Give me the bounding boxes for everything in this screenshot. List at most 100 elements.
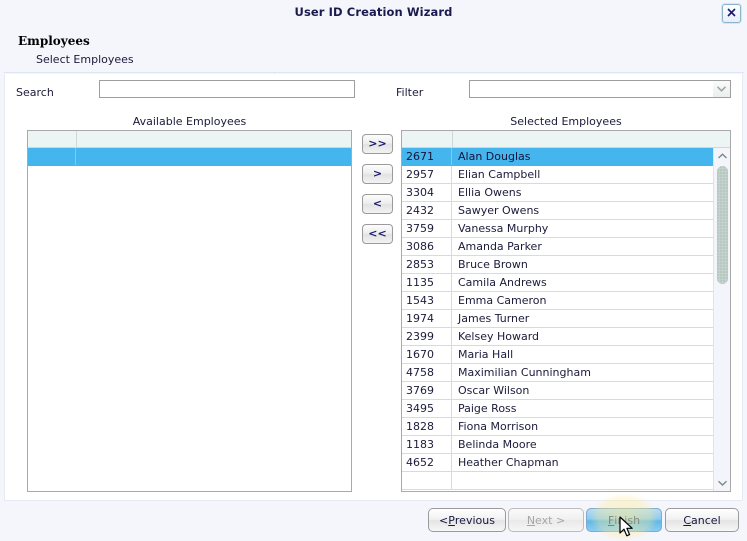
window-title: User ID Creation Wizard: [294, 5, 453, 19]
employee-name-cell: [452, 472, 730, 489]
available-employees-list[interactable]: [27, 130, 352, 492]
employee-id-cell: 2853: [402, 256, 452, 273]
available-list-caption: Available Employees: [132, 115, 247, 128]
scroll-down-button[interactable]: [714, 475, 730, 491]
chevron-up-icon: [717, 153, 727, 159]
move-right-button[interactable]: >: [362, 164, 393, 184]
wizard-footer: < Previous Next > Finish Cancel: [0, 501, 747, 540]
table-row[interactable]: 3304 Ellia Owens: [402, 184, 730, 202]
employee-id-cell: [28, 148, 76, 165]
selected-list-header: [402, 131, 730, 148]
employee-name-cell: Maria Hall: [458, 348, 514, 361]
cancel-mnemonic: C: [683, 513, 692, 527]
table-row[interactable]: [402, 472, 730, 490]
employee-id-cell: 3495: [402, 400, 452, 417]
previous-mnemonic: P: [448, 513, 455, 527]
move-all-right-button[interactable]: >>: [362, 134, 393, 154]
previous-label-post: revious: [454, 513, 495, 527]
finish-button[interactable]: Finish: [586, 508, 662, 532]
next-label-post: ext >: [535, 513, 566, 527]
search-input[interactable]: [99, 80, 355, 98]
employee-id-cell: 1974: [402, 310, 452, 327]
employee-id-cell: 2399: [402, 328, 452, 345]
table-row[interactable]: 4758 Maximilian Cunningham: [402, 364, 730, 382]
table-row[interactable]: 1135 Camila Andrews: [402, 274, 730, 292]
employee-name-cell: Camila Andrews: [458, 276, 547, 289]
search-label: Search: [16, 86, 54, 99]
available-list-header: [28, 131, 351, 148]
next-mnemonic: N: [526, 513, 536, 527]
available-header-name: [77, 131, 351, 147]
table-row[interactable]: 2432 Sawyer Owens: [402, 202, 730, 220]
scroll-up-button[interactable]: [714, 148, 730, 164]
table-row[interactable]: 1183 Belinda Moore: [402, 436, 730, 454]
employee-name-cell: Emma Cameron: [458, 294, 547, 307]
employee-id-cell: 4758: [402, 364, 452, 381]
scrollbar-thumb[interactable]: [717, 166, 728, 284]
employee-id-cell: 3759: [402, 220, 452, 237]
table-row[interactable]: [28, 148, 351, 166]
employee-name-cell: Alan Douglas: [458, 150, 531, 163]
filter-combobox[interactable]: [469, 80, 731, 98]
employee-name-cell: Elian Campbell: [458, 168, 541, 181]
employee-name-cell: Vanessa Murphy: [458, 222, 549, 235]
cancel-button[interactable]: Cancel: [665, 508, 739, 532]
close-x-icon: [727, 8, 736, 17]
table-row[interactable]: 2399 Kelsey Howard: [402, 328, 730, 346]
table-row[interactable]: 3495 Paige Ross: [402, 400, 730, 418]
next-button: Next >: [508, 508, 584, 532]
table-row[interactable]: 2853 Bruce Brown: [402, 256, 730, 274]
window-title-bar: User ID Creation Wizard: [0, 0, 747, 25]
employee-id-cell: 3769: [402, 382, 452, 399]
employee-name-cell: Bruce Brown: [458, 258, 528, 271]
filter-label: Filter: [396, 86, 424, 99]
employee-id-cell: [402, 472, 452, 489]
table-row[interactable]: 2957 Elian Campbell: [402, 166, 730, 184]
employee-id-cell: 2432: [402, 202, 452, 219]
table-row[interactable]: 1543 Emma Cameron: [402, 292, 730, 310]
employee-name-cell: Heather Chapman: [458, 456, 559, 469]
header-divider: [4, 72, 744, 76]
table-row[interactable]: 1828 Fiona Morrison: [402, 418, 730, 436]
wizard-content-panel: Search Filter Available Employees Select…: [4, 74, 743, 501]
employee-id-cell: 1543: [402, 292, 452, 309]
table-row[interactable]: 4652 Heather Chapman: [402, 454, 730, 472]
available-header-id: [28, 131, 77, 147]
table-row[interactable]: 3086 Amanda Parker: [402, 238, 730, 256]
selected-list-caption: Selected Employees: [510, 115, 622, 128]
employee-id-cell: 4652: [402, 454, 452, 471]
selected-header-id: [402, 131, 453, 147]
employee-id-cell: 3086: [402, 238, 452, 255]
selected-employees-list[interactable]: 2671 Alan Douglas 2957 Elian Campbell 3304 El…: [401, 130, 731, 492]
finish-label-post: inish: [614, 513, 641, 527]
employee-name-cell: Ellia Owens: [458, 186, 522, 199]
employee-name-cell: Kelsey Howard: [458, 330, 540, 343]
move-left-button[interactable]: <: [362, 194, 393, 214]
selected-list-scrollbar[interactable]: [713, 148, 730, 491]
employee-name-cell: Sawyer Owens: [458, 204, 540, 217]
table-row[interactable]: 2671 Alan Douglas: [402, 148, 730, 166]
filter-dropdown-arrow[interactable]: [713, 81, 730, 97]
table-row[interactable]: 1670 Maria Hall: [402, 346, 730, 364]
employee-name-cell: Amanda Parker: [458, 240, 542, 253]
move-all-left-button[interactable]: <<: [362, 224, 393, 244]
table-row[interactable]: 3759 Vanessa Murphy: [402, 220, 730, 238]
close-button[interactable]: [722, 4, 741, 23]
wizard-step-header: Employees Select Employees: [0, 25, 747, 73]
available-rows-container: [28, 148, 351, 166]
employee-id-cell: 3304: [402, 184, 452, 201]
previous-button[interactable]: < Previous: [428, 508, 506, 532]
cancel-label-post: ancel: [691, 513, 721, 527]
chevron-down-icon: [717, 480, 727, 486]
employee-id-cell: 1828: [402, 418, 452, 435]
employee-name-cell: Paige Ross: [458, 402, 517, 415]
selected-rows-container: 2671 Alan Douglas 2957 Elian Campbell 3304 El…: [402, 148, 730, 490]
employee-name-cell: James Turner: [458, 312, 530, 325]
table-row[interactable]: 3769 Oscar Wilson: [402, 382, 730, 400]
employee-name-cell: [76, 148, 351, 165]
chevron-down-icon: [717, 86, 726, 92]
table-row[interactable]: 1974 James Turner: [402, 310, 730, 328]
page-title: Employees: [18, 34, 90, 48]
employee-name-cell: Oscar Wilson: [458, 384, 530, 397]
page-subtitle: Select Employees: [36, 53, 134, 66]
